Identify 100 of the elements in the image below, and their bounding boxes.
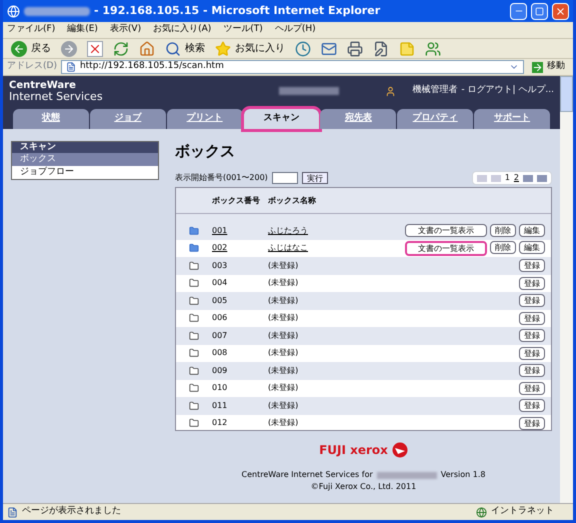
maximize-icon [535, 6, 544, 16]
box-name: (未登録) [268, 400, 300, 412]
column-header: ボックス名称 [268, 194, 316, 206]
row-action-button[interactable]: 登録 [519, 276, 545, 290]
box-number: 006 [212, 312, 228, 324]
brand-subtitle: Internet Services [9, 91, 103, 102]
row-action-button[interactable]: 文書の一覧表示 [405, 224, 487, 238]
row-action-button[interactable]: 削除 [490, 240, 516, 254]
box-number[interactable]: 002 [212, 242, 268, 254]
page-link[interactable]: 2 [514, 172, 519, 184]
box-name[interactable]: ふじはなこ [268, 242, 405, 254]
page-heading: ボックス [175, 141, 236, 161]
box-name: (未登録) [268, 347, 300, 360]
page-link[interactable]: 1 [504, 172, 510, 184]
history-icon [295, 40, 311, 56]
row-action-button[interactable]: 登録 [519, 294, 545, 308]
footer-text: Version 1.8 [440, 469, 486, 481]
maximize-button[interactable] [531, 2, 548, 20]
box-number: 012 [212, 417, 228, 430]
box-number: 004 [212, 277, 228, 290]
box-name[interactable]: ふじたろう [268, 224, 405, 237]
box-number: 008 [212, 347, 228, 360]
stop-icon [87, 40, 103, 56]
nav-tab[interactable]: スキャン [244, 109, 320, 129]
redacted-block [278, 87, 339, 95]
sidebar-title: スキャン [12, 142, 158, 153]
close-icon [555, 6, 566, 16]
page-icon [7, 506, 18, 518]
logo-sphere-icon [392, 442, 408, 458]
row-action-button[interactable]: 登録 [519, 399, 545, 412]
box-number: 009 [212, 364, 228, 377]
box-name: (未登録) [268, 277, 300, 290]
minimize-button[interactable] [510, 2, 527, 20]
zone-label: イントラネット [491, 505, 555, 518]
box-name: (未登録) [268, 330, 300, 342]
address-label: アドレス(D) [7, 60, 57, 74]
browser-icon [7, 4, 20, 18]
row-action-button[interactable]: 登録 [519, 382, 545, 395]
column-header: ボックス番号 [212, 194, 261, 206]
row-action-button[interactable]: 登録 [519, 416, 545, 430]
edit-icon [373, 40, 389, 56]
menu-item[interactable]: ファイル(F) [7, 23, 56, 37]
row-action-button[interactable]: 登録 [519, 329, 545, 342]
row-action-button[interactable]: 登録 [519, 259, 545, 272]
box-name: (未登録) [268, 382, 300, 394]
brand-name: CentreWare [9, 80, 77, 91]
menu-item[interactable]: ヘルプ(H) [274, 23, 316, 37]
scrollbar[interactable] [560, 76, 573, 503]
menu-item[interactable]: お気に入り(A) [153, 23, 212, 37]
row-action-button[interactable]: 登録 [519, 364, 545, 378]
row-action-button[interactable]: 削除 [490, 224, 516, 238]
menu-item[interactable]: 表示(V) [110, 23, 142, 37]
menu-item[interactable]: 編集(E) [67, 23, 98, 37]
user-name: 機械管理者 [412, 84, 458, 98]
box-number: 007 [212, 330, 228, 342]
row-action-button[interactable]: 編集 [519, 224, 545, 238]
intranet-icon [476, 506, 487, 518]
footer-text: CentreWare Internet Services for [242, 469, 373, 481]
toolbar-button[interactable]: 検索 [161, 40, 209, 58]
admin-icon [385, 86, 396, 96]
brand-logo: FUJI xerox [319, 442, 388, 459]
row-action-button[interactable]: 編集 [519, 240, 545, 254]
box-number: 005 [212, 294, 228, 307]
row-action-button[interactable]: 登録 [519, 312, 545, 325]
box-name: (未登録) [268, 294, 300, 307]
toolbar-button[interactable]: お気に入り [211, 40, 289, 58]
close-button[interactable] [552, 2, 569, 20]
box-number: 003 [212, 260, 228, 272]
execute-button[interactable]: 実行 [302, 172, 328, 184]
header-links[interactable]: - ログアウト| ヘルプ... [461, 84, 554, 98]
print-icon [347, 40, 363, 56]
address-field[interactable]: http://192.168.105.15/scan.htm [60, 60, 524, 74]
box-number: 010 [212, 382, 228, 394]
box-name: (未登録) [268, 417, 300, 430]
sidebar-item[interactable]: ボックス [12, 153, 158, 166]
status-message: ページが表示されました [22, 505, 122, 518]
forward-icon [61, 40, 77, 56]
messenger-icon [425, 40, 441, 56]
redacted-block [24, 6, 90, 16]
refresh-icon [113, 40, 129, 56]
start-number-label: 表示開始番号(001〜200) [175, 172, 268, 184]
page-icon [66, 62, 76, 72]
copyright-text: ©Fuji Xerox Co., Ltd. 2011 [310, 481, 416, 493]
mail-icon [321, 40, 337, 56]
back-icon [11, 40, 27, 56]
home-icon [139, 40, 155, 56]
box-number: 011 [212, 400, 228, 412]
toolbar-button[interactable]: 戻る [7, 40, 55, 58]
menu-item[interactable]: ツール(T) [223, 23, 263, 37]
row-action-button[interactable]: 登録 [519, 346, 545, 360]
search-icon [165, 40, 181, 56]
redacted-block [376, 472, 437, 478]
box-name: (未登録) [268, 260, 300, 272]
go-button[interactable]: 移動 [528, 60, 569, 74]
start-number-field[interactable] [272, 172, 298, 184]
row-action-button[interactable]: 文書の一覧表示 [405, 240, 487, 256]
box-name: (未登録) [268, 312, 300, 324]
box-name: (未登録) [268, 364, 300, 377]
window-title: - 192.168.105.15 - Microsoft Internet Explorer [94, 2, 380, 19]
box-number[interactable]: 001 [212, 224, 268, 237]
